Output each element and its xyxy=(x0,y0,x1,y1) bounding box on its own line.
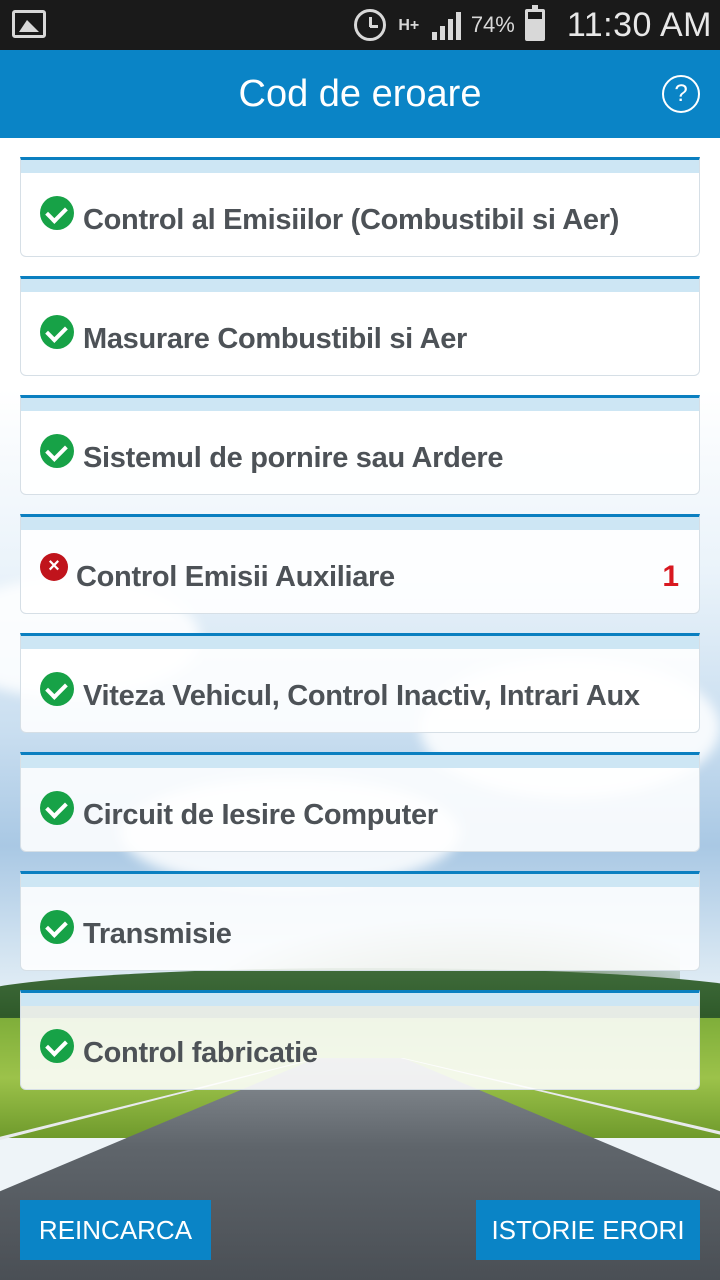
card-header-stripe xyxy=(21,398,699,411)
signal-strength-icon xyxy=(431,10,461,40)
page-title: Cod de eroare xyxy=(238,73,482,115)
card-header-stripe xyxy=(21,160,699,173)
list-item[interactable]: Control fabricatie xyxy=(20,990,700,1090)
app-header: Cod de eroare ? xyxy=(0,50,720,138)
list-item[interactable]: Sistemul de pornire sau Ardere xyxy=(20,395,700,495)
battery-percent: 74% xyxy=(470,12,515,37)
card-header-stripe xyxy=(21,636,699,649)
status-bar: H+ 74% 11:30 AM xyxy=(0,0,720,50)
clock: 11:30 AM xyxy=(566,5,712,44)
reload-button[interactable]: REINCARCA xyxy=(20,1200,211,1260)
card-header-stripe xyxy=(21,993,699,1006)
list-item[interactable]: Circuit de Iesire Computer xyxy=(20,752,700,852)
check-circle-icon xyxy=(40,434,74,468)
image-notification-icon xyxy=(12,10,46,38)
battery-icon xyxy=(524,5,545,41)
list-item-label: Viteza Vehicul, Control Inactiv, Intrari… xyxy=(83,680,640,712)
check-circle-icon xyxy=(40,910,74,944)
list-item-label: Masurare Combustibil si Aer xyxy=(83,323,468,355)
check-circle-icon xyxy=(40,791,74,825)
list-item[interactable]: Viteza Vehicul, Control Inactiv, Intrari… xyxy=(20,633,700,733)
error-count-badge: 1 xyxy=(662,560,679,593)
error-category-list: Control al Emisiilor (Combustibil si Aer… xyxy=(20,157,700,1109)
list-item-label: Control Emisii Auxiliare xyxy=(76,561,395,593)
card-header-stripe xyxy=(21,279,699,292)
check-circle-icon xyxy=(40,315,74,349)
list-item[interactable]: × Control Emisii Auxiliare 1 xyxy=(20,514,700,614)
network-type: H+ xyxy=(398,16,420,34)
card-header-stripe xyxy=(21,755,699,768)
alarm-clock-icon xyxy=(353,9,386,41)
list-item[interactable]: Control al Emisiilor (Combustibil si Aer… xyxy=(20,157,700,257)
x-circle-icon: × xyxy=(40,553,68,581)
card-header-stripe xyxy=(21,874,699,887)
check-circle-icon xyxy=(40,672,74,706)
list-item-label: Sistemul de pornire sau Ardere xyxy=(83,442,504,474)
list-item-label: Control al Emisiilor (Combustibil si Aer… xyxy=(83,204,620,236)
list-item[interactable]: Masurare Combustibil si Aer xyxy=(20,276,700,376)
error-history-button[interactable]: ISTORIE ERORI xyxy=(476,1200,700,1260)
list-item-label: Control fabricatie xyxy=(83,1037,318,1069)
check-circle-icon xyxy=(40,1029,74,1063)
card-header-stripe xyxy=(21,517,699,530)
list-item-label: Circuit de Iesire Computer xyxy=(83,799,438,831)
help-button[interactable]: ? xyxy=(662,75,700,113)
check-circle-icon xyxy=(40,196,74,230)
list-item[interactable]: Transmisie xyxy=(20,871,700,971)
list-item-label: Transmisie xyxy=(83,918,232,950)
